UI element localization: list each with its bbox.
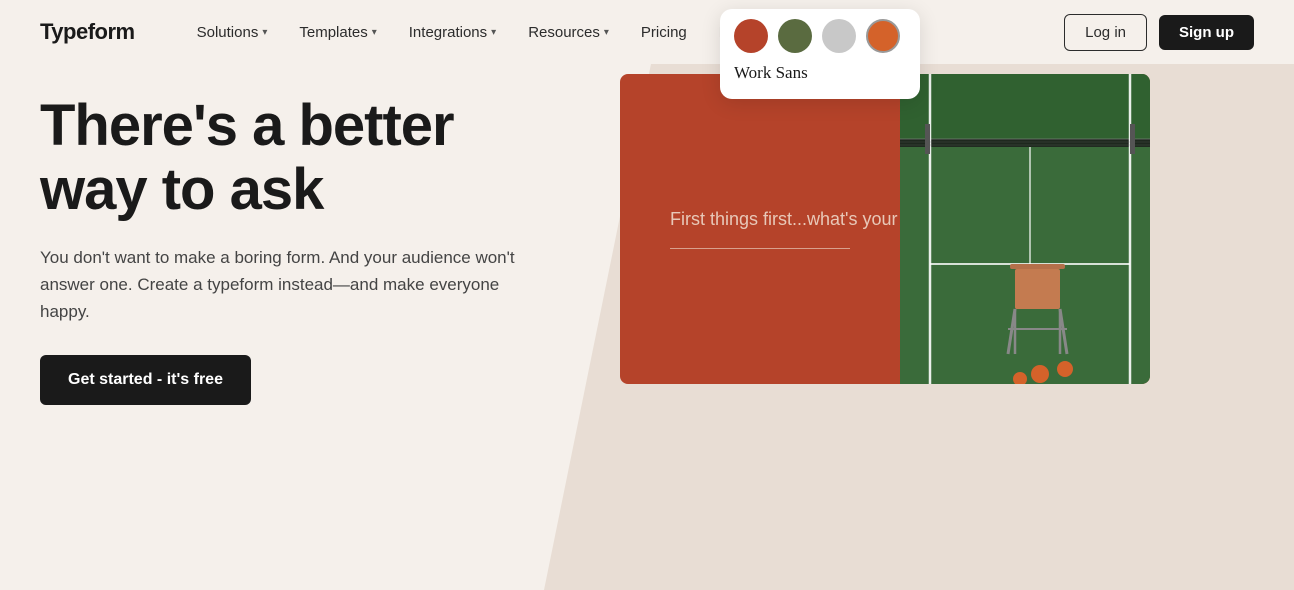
navigation: Typeform Solutions ▾ Templates ▾ Integra… [0, 0, 1294, 64]
font-name-label: Work Sans [734, 61, 808, 85]
form-card: First things first...what's your name? [620, 74, 1150, 384]
form-input-underline [670, 248, 850, 250]
main-content: There's a better way to ask You don't wa… [0, 64, 1294, 522]
nav-actions: Log in Sign up [1064, 14, 1254, 51]
nav-pricing[interactable]: Pricing [627, 16, 701, 49]
login-button[interactable]: Log in [1064, 14, 1147, 51]
swatch-olive[interactable] [778, 19, 812, 53]
logo[interactable]: Typeform [40, 19, 135, 45]
nav-resources[interactable]: Resources ▾ [514, 16, 623, 49]
hero-title: There's a better way to ask [40, 94, 540, 222]
nav-solutions-label: Solutions [197, 24, 259, 41]
hero-subtitle: You don't want to make a boring form. An… [40, 244, 520, 326]
nav-integrations-label: Integrations [409, 24, 487, 41]
nav-resources-label: Resources [528, 24, 600, 41]
swatches-row [734, 19, 900, 53]
chevron-down-icon: ▾ [262, 27, 267, 38]
nav-solutions[interactable]: Solutions ▾ [183, 16, 282, 49]
chevron-down-icon: ▾ [604, 27, 609, 38]
swatch-gray[interactable] [822, 19, 856, 53]
hero-left: There's a better way to ask You don't wa… [0, 64, 580, 522]
signup-button[interactable]: Sign up [1159, 15, 1254, 50]
nav-links: Solutions ▾ Templates ▾ Integrations ▾ R… [183, 16, 1065, 49]
nav-templates-label: Templates [299, 24, 367, 41]
nav-integrations[interactable]: Integrations ▾ [395, 16, 510, 49]
hero-right: Work Sans First things first...what's yo… [580, 64, 1294, 522]
chevron-down-icon: ▾ [372, 27, 377, 38]
color-popup: Work Sans [720, 9, 920, 99]
swatch-orange[interactable] [866, 19, 900, 53]
tennis-court-image [900, 74, 1150, 384]
nav-pricing-label: Pricing [641, 24, 687, 41]
swatch-terracotta[interactable] [734, 19, 768, 53]
chevron-down-icon: ▾ [491, 27, 496, 38]
get-started-button[interactable]: Get started - it's free [40, 355, 251, 405]
nav-templates[interactable]: Templates ▾ [285, 16, 390, 49]
